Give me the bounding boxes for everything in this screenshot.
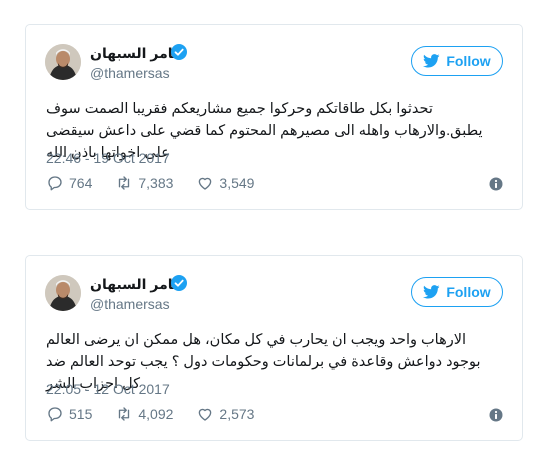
user-name[interactable]: ثامر السبهان bbox=[90, 45, 178, 62]
reply-icon bbox=[48, 176, 62, 191]
tweet-actions: 515 4,092 2,573 bbox=[46, 405, 277, 423]
retweet-icon bbox=[119, 176, 130, 190]
twitter-bird-icon bbox=[423, 285, 440, 299]
tweet-card[interactable]: ثامر السبهان @thamersas Follow الارهاب و… bbox=[25, 255, 523, 441]
follow-label: Follow bbox=[446, 284, 491, 300]
retweet-action[interactable]: 7,383 bbox=[115, 174, 173, 192]
retweet-count: 4,092 bbox=[138, 406, 174, 422]
twitter-bird-icon bbox=[423, 54, 440, 68]
retweet-icon bbox=[119, 407, 130, 421]
reply-count: 764 bbox=[69, 175, 93, 191]
like-icon bbox=[199, 408, 212, 421]
follow-button[interactable]: Follow bbox=[411, 277, 503, 307]
reply-icon bbox=[48, 407, 62, 422]
like-count: 2,573 bbox=[219, 406, 255, 422]
retweet-count: 7,383 bbox=[138, 175, 174, 191]
like-action[interactable]: 2,573 bbox=[196, 405, 254, 423]
like-icon bbox=[199, 177, 212, 190]
tweet-timestamp[interactable]: 22:05 - 12 Oct 2017 bbox=[46, 381, 170, 397]
verified-badge-icon bbox=[171, 275, 187, 291]
follow-label: Follow bbox=[446, 53, 491, 69]
tweet-timestamp[interactable]: 22:46 - 19 Oct 2017 bbox=[46, 150, 170, 166]
follow-button[interactable]: Follow bbox=[411, 46, 503, 76]
reply-action[interactable]: 515 bbox=[46, 405, 92, 423]
user-handle[interactable]: @thamersas bbox=[90, 65, 170, 81]
like-action[interactable]: 3,549 bbox=[196, 174, 254, 192]
reply-count: 515 bbox=[69, 406, 93, 422]
like-count: 3,549 bbox=[219, 175, 255, 191]
info-icon[interactable] bbox=[489, 177, 503, 191]
retweet-action[interactable]: 4,092 bbox=[115, 405, 173, 423]
avatar[interactable] bbox=[45, 44, 81, 80]
reply-action[interactable]: 764 bbox=[46, 174, 92, 192]
verified-badge-icon bbox=[171, 44, 187, 60]
info-icon[interactable] bbox=[489, 408, 503, 422]
avatar[interactable] bbox=[45, 275, 81, 311]
user-handle[interactable]: @thamersas bbox=[90, 296, 170, 312]
tweet-actions: 764 7,383 3,549 bbox=[46, 174, 277, 192]
tweet-card[interactable]: ثامر السبهان @thamersas Follow تحدثوا بك… bbox=[25, 24, 523, 210]
user-name[interactable]: ثامر السبهان bbox=[90, 276, 178, 293]
